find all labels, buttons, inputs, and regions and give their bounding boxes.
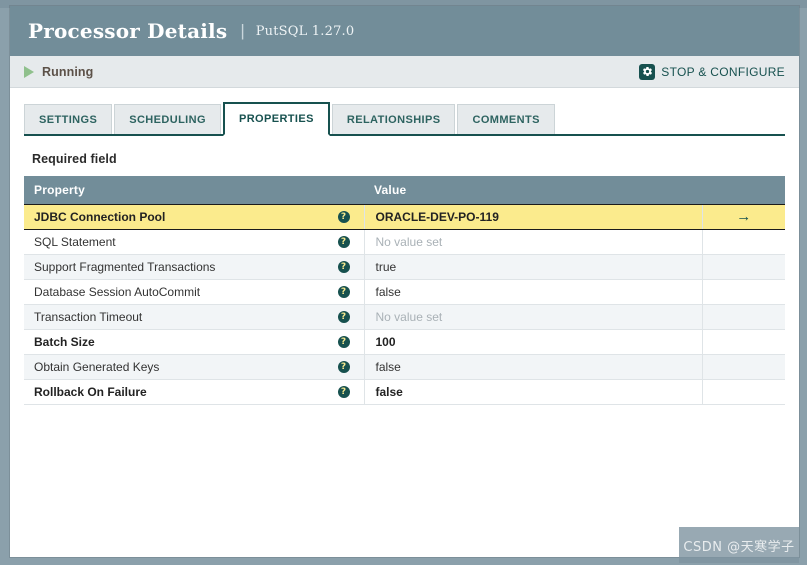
processor-type-version: PutSQL 1.27.0	[255, 23, 355, 39]
cell-value[interactable]: ORACLE-DEV-PO-119	[363, 204, 702, 230]
tab-properties[interactable]: PROPERTIES	[222, 102, 330, 136]
help-icon[interactable]: ?	[337, 311, 350, 323]
gear-icon	[639, 63, 656, 80]
property-name: Support Fragmented Transactions	[34, 260, 216, 274]
cell-property: Database Session AutoCommit?	[24, 279, 364, 305]
property-cell-content: Rollback On Failure?	[24, 380, 364, 404]
cell-action: →	[701, 204, 785, 230]
tab-comments[interactable]: COMMENTS	[457, 104, 555, 134]
status-label: Running	[42, 64, 94, 79]
table-row[interactable]: Transaction Timeout? No value set	[24, 304, 785, 330]
cell-value[interactable]: false	[363, 354, 702, 380]
stop-and-configure-label: STOP & CONFIGURE	[661, 64, 785, 79]
tab-settings-label: SETTINGS	[39, 113, 98, 126]
tab-relationships-label: RELATIONSHIPS	[346, 113, 441, 126]
property-name: Batch Size	[34, 335, 95, 349]
processor-status-bar: Running STOP & CONFIGURE	[10, 56, 799, 88]
tab-properties-label: PROPERTIES	[238, 113, 314, 125]
help-icon[interactable]: ?	[337, 386, 350, 398]
tab-bar: SETTINGS SCHEDULING PROPERTIES RELATIONS…	[24, 102, 785, 136]
dialog-title-bar: Processor Details | PutSQL 1.27.0	[10, 6, 799, 56]
cell-value[interactable]: No value set	[363, 304, 702, 330]
page-title: Processor Details	[28, 19, 228, 43]
table-row[interactable]: Obtain Generated Keys? false	[24, 354, 785, 380]
help-icon[interactable]: ?	[337, 336, 350, 348]
cell-property: Support Fragmented Transactions?	[24, 254, 364, 280]
properties-table-body: JDBC Connection Pool? ORACLE-DEV-PO-119 → S…	[24, 204, 785, 405]
cell-property: Batch Size?	[24, 329, 364, 355]
help-icon[interactable]: ?	[337, 211, 350, 223]
cell-property: SQL Statement?	[24, 229, 364, 255]
properties-panel: Required field Property Value JDBC Conne…	[10, 136, 799, 557]
column-header-property: Property	[24, 176, 364, 205]
table-row[interactable]: Support Fragmented Transactions? true	[24, 254, 785, 280]
property-cell-content: Obtain Generated Keys?	[24, 355, 364, 379]
cell-action	[701, 229, 785, 255]
tab-bar-wrapper: SETTINGS SCHEDULING PROPERTIES RELATIONS…	[10, 88, 799, 136]
cell-action	[701, 254, 785, 280]
help-icon[interactable]: ?	[337, 236, 350, 248]
property-cell-content: Batch Size?	[24, 330, 364, 354]
cell-value[interactable]: false	[363, 279, 702, 305]
help-icon[interactable]: ?	[337, 361, 350, 373]
cell-action	[701, 329, 785, 355]
required-field-legend: Required field	[32, 152, 117, 166]
property-name: Rollback On Failure	[34, 385, 147, 399]
go-to-service-arrow-icon[interactable]: →	[736, 205, 751, 229]
cell-property: Transaction Timeout?	[24, 304, 364, 330]
property-cell-content: JDBC Connection Pool?	[24, 205, 364, 229]
processor-details-dialog: Processor Details | PutSQL 1.27.0 Runnin…	[10, 6, 799, 557]
table-row[interactable]: Database Session AutoCommit? false	[24, 279, 785, 305]
property-cell-content: Transaction Timeout?	[24, 305, 364, 329]
tab-scheduling[interactable]: SCHEDULING	[114, 104, 221, 134]
processor-state: Running	[24, 65, 639, 79]
cell-action	[701, 279, 785, 305]
property-value: true	[375, 260, 397, 274]
property-name: Obtain Generated Keys	[34, 360, 160, 374]
property-name: Database Session AutoCommit	[34, 285, 201, 299]
cell-value[interactable]: true	[363, 254, 702, 280]
title-separator: |	[240, 21, 245, 40]
property-value: false	[375, 385, 403, 399]
property-value: false	[375, 360, 401, 374]
table-row[interactable]: Batch Size? 100	[24, 329, 785, 355]
cell-value[interactable]: No value set	[363, 229, 702, 255]
tab-relationships[interactable]: RELATIONSHIPS	[331, 104, 456, 134]
table-row[interactable]: Rollback On Failure? false	[24, 379, 785, 405]
property-cell-content: SQL Statement?	[24, 230, 364, 254]
help-icon[interactable]: ?	[337, 286, 350, 298]
property-cell-content: Database Session AutoCommit?	[24, 280, 364, 304]
table-header-row: Property Value	[24, 176, 785, 205]
cell-value[interactable]: false	[363, 379, 702, 405]
property-value: 100	[375, 335, 396, 349]
properties-table-head: Property Value	[24, 176, 785, 205]
cell-action	[701, 304, 785, 330]
property-name: Transaction Timeout	[34, 310, 143, 324]
tab-settings[interactable]: SETTINGS	[24, 104, 113, 134]
property-name: JDBC Connection Pool	[34, 210, 166, 224]
cell-action	[701, 379, 785, 405]
cell-property: Rollback On Failure?	[24, 379, 364, 405]
cell-value[interactable]: 100	[363, 329, 702, 355]
properties-table: Property Value JDBC Connection Pool? ORAC…	[24, 176, 785, 405]
cell-property: Obtain Generated Keys?	[24, 354, 364, 380]
tab-comments-label: COMMENTS	[472, 113, 540, 126]
table-row[interactable]: SQL Statement? No value set	[24, 229, 785, 255]
tab-scheduling-label: SCHEDULING	[129, 113, 206, 126]
play-triangle-icon	[24, 65, 34, 78]
help-icon[interactable]: ?	[337, 261, 350, 273]
cell-action	[701, 354, 785, 380]
column-header-value: Value	[364, 176, 702, 205]
property-name: SQL Statement	[34, 235, 116, 249]
property-value: ORACLE-DEV-PO-119	[375, 210, 499, 224]
property-cell-content: Support Fragmented Transactions?	[24, 255, 364, 279]
property-value: false	[375, 285, 401, 299]
cell-property: JDBC Connection Pool?	[24, 204, 364, 230]
property-value: No value set	[375, 310, 443, 324]
property-value: No value set	[375, 235, 443, 249]
column-header-action	[702, 176, 785, 205]
stop-and-configure-button[interactable]: STOP & CONFIGURE	[639, 63, 785, 80]
table-row[interactable]: JDBC Connection Pool? ORACLE-DEV-PO-119 →	[24, 204, 785, 230]
